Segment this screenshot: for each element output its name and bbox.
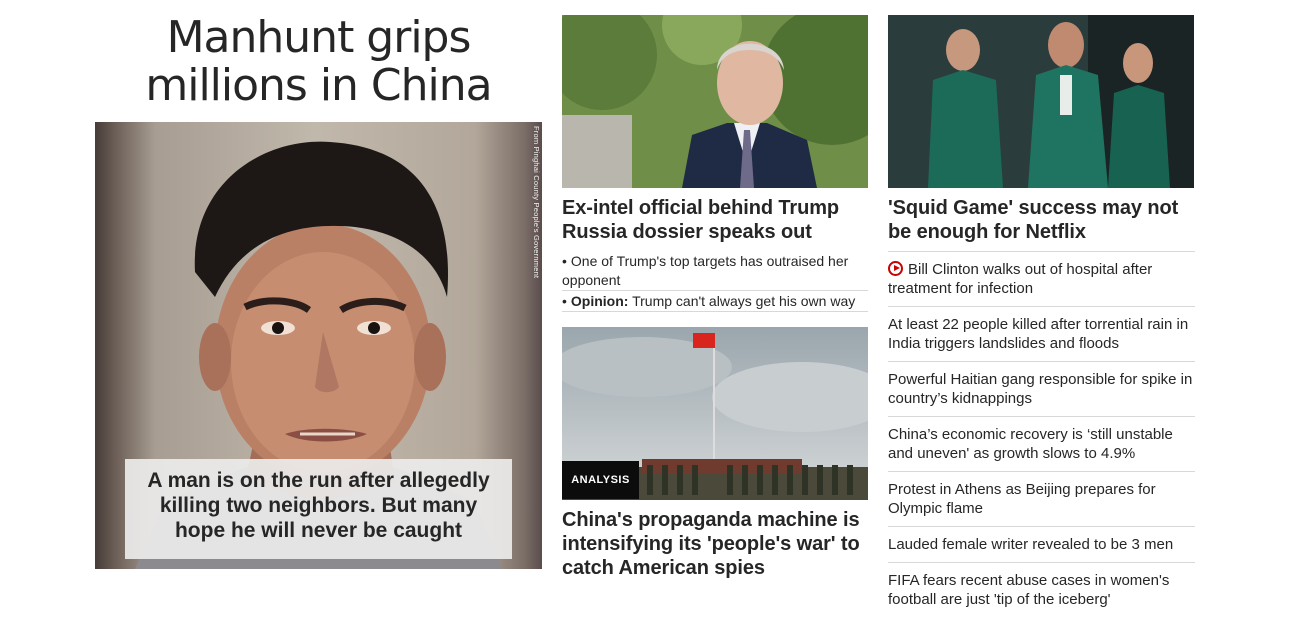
related-link[interactable]: • Opinion: Trump can't always get his own… bbox=[562, 292, 868, 312]
list-item[interactable]: At least 22 people killed after torrenti… bbox=[888, 306, 1195, 361]
list-item[interactable]: Bill Clinton walks out of hospital after… bbox=[888, 251, 1195, 306]
photo-man-in-suit bbox=[562, 15, 868, 188]
china-spies-headline[interactable]: China's propaganda machine is intensifyi… bbox=[562, 508, 868, 580]
right-column: 'Squid Game' success may not be enough f… bbox=[888, 15, 1195, 617]
lead-headline[interactable]: Manhunt grips millions in China bbox=[95, 14, 542, 110]
related-link[interactable]: • One of Trump's top targets has outraise… bbox=[562, 252, 868, 291]
list-item[interactable]: Lauded female writer revealed to be 3 me… bbox=[888, 526, 1195, 562]
lead-story-image[interactable]: From Pinghai County People's Government … bbox=[95, 122, 542, 569]
video-play-icon bbox=[888, 261, 903, 276]
china-spies-story: ANALYSIS China's propaganda machine is i… bbox=[562, 327, 868, 580]
photo-squid-game-cast bbox=[888, 15, 1194, 188]
lead-caption[interactable]: A man is on the run after allegedly kill… bbox=[125, 459, 512, 559]
squid-game-story: 'Squid Game' success may not be enough f… bbox=[888, 15, 1195, 244]
dossier-story-image[interactable] bbox=[562, 15, 868, 188]
china-spies-story-image[interactable]: ANALYSIS bbox=[562, 327, 868, 500]
photo-credit: From Pinghai County People's Government bbox=[532, 126, 541, 279]
list-item[interactable]: Protest in Athens as Beijing prepares fo… bbox=[888, 471, 1195, 526]
squid-game-headline[interactable]: 'Squid Game' success may not be enough f… bbox=[888, 196, 1195, 244]
headline-list: Bill Clinton walks out of hospital after… bbox=[888, 251, 1195, 617]
list-item[interactable]: FIFA fears recent abuse cases in women's… bbox=[888, 562, 1195, 617]
dossier-story: Ex-intel official behind Trump Russia do… bbox=[562, 15, 868, 312]
lead-story: Manhunt grips millions in China From Pin… bbox=[95, 14, 542, 569]
squid-game-story-image[interactable] bbox=[888, 15, 1194, 188]
analysis-badge: ANALYSIS bbox=[562, 461, 639, 499]
opinion-label: Opinion: bbox=[570, 293, 629, 309]
dossier-headline[interactable]: Ex-intel official behind Trump Russia do… bbox=[562, 196, 868, 244]
dossier-related-links: • One of Trump's top targets has outraise… bbox=[562, 252, 868, 312]
list-item[interactable]: China’s economic recovery is ‘still unst… bbox=[888, 416, 1195, 471]
middle-column: Ex-intel official behind Trump Russia do… bbox=[562, 15, 868, 579]
list-item[interactable]: Powerful Haitian gang responsible for sp… bbox=[888, 361, 1195, 416]
